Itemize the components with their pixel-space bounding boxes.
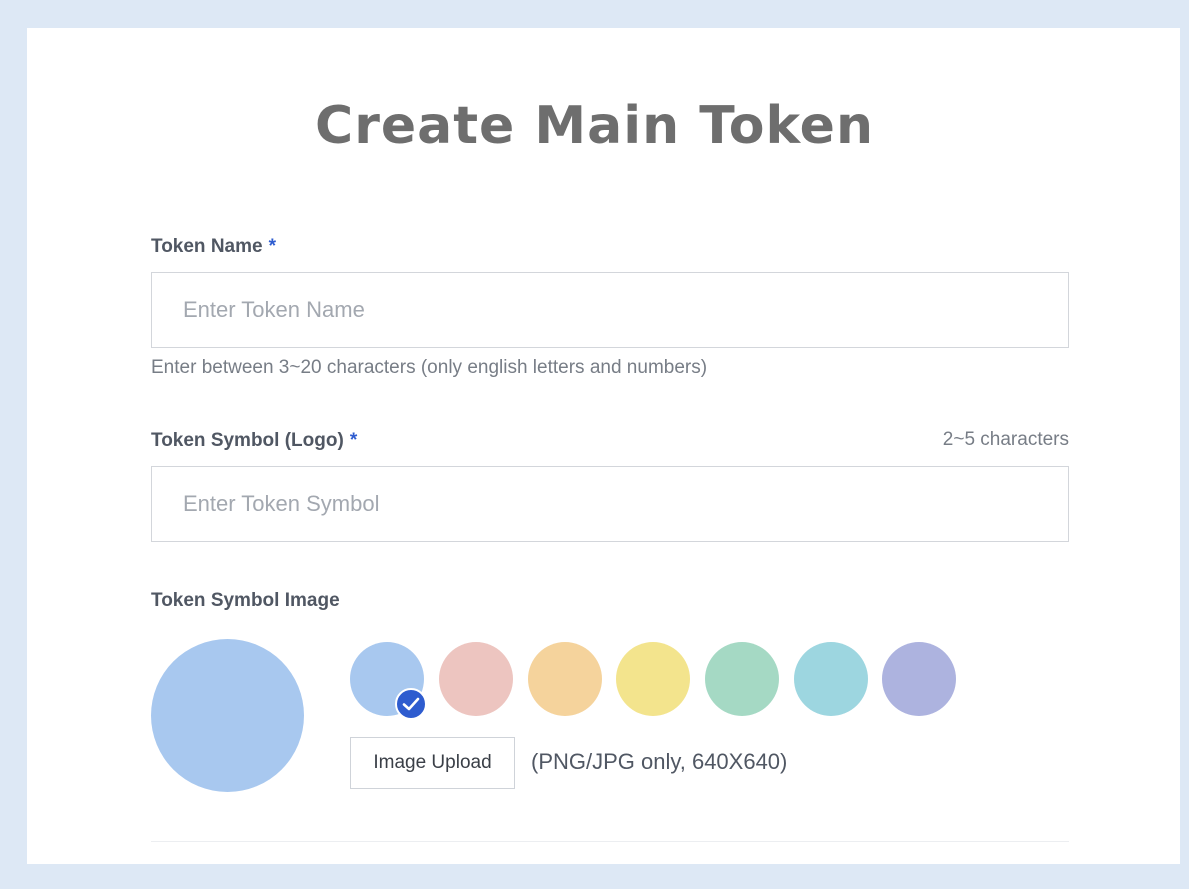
page-title: Create Main Token [315,96,874,156]
token-symbol-char-hint: 2~5 characters [942,429,1069,450]
required-mark: * [268,236,276,257]
token-name-label: Token Name * [151,236,276,258]
color-swatch-green[interactable] [705,642,779,716]
token-symbol-label: Token Symbol (Logo) * [151,430,357,452]
image-upload-button[interactable]: Image Upload [350,737,515,789]
token-name-helper: Enter between 3~20 characters (only engl… [151,357,708,378]
token-symbol-input[interactable] [151,466,1069,542]
check-icon [395,688,427,720]
color-swatch-pink[interactable] [439,642,513,716]
required-mark: * [349,430,358,451]
token-symbol-image-label: Token Symbol Image [151,590,340,612]
token-symbol-label-text: Token Symbol (Logo) [151,430,344,451]
color-swatch-orange[interactable] [528,642,602,716]
color-swatch-purple[interactable] [882,642,956,716]
token-symbol-image-label-text: Token Symbol Image [151,590,340,611]
color-swatch-cyan[interactable] [794,642,868,716]
token-name-input[interactable] [151,272,1069,348]
color-swatch-yellow[interactable] [616,642,690,716]
upload-format-note: (PNG/JPG only, 640X640) [531,749,788,774]
symbol-image-preview [151,639,304,792]
section-divider [151,841,1069,842]
token-name-label-text: Token Name [151,236,263,257]
